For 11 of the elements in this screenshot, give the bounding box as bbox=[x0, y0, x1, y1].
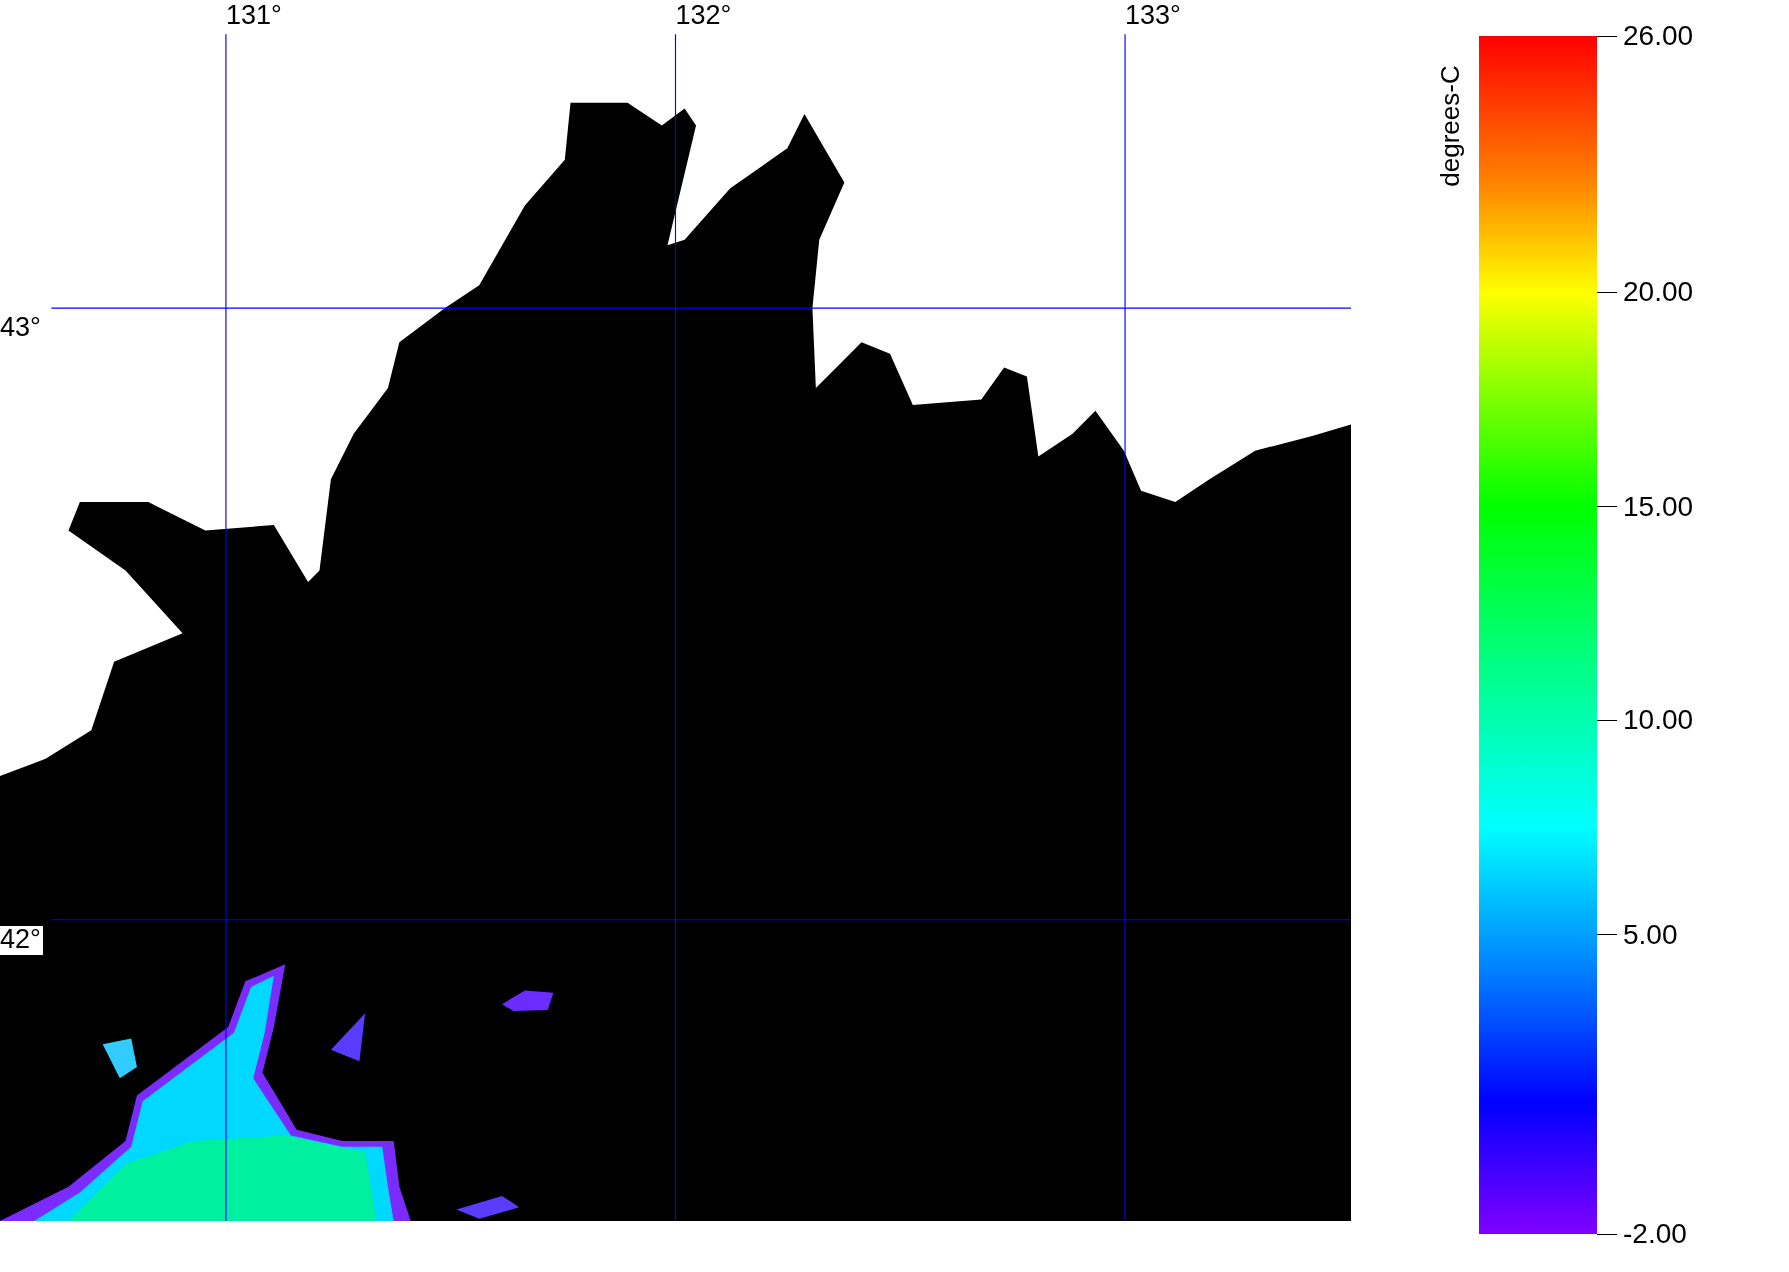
longitude-label: 133° bbox=[1125, 2, 1181, 29]
scale-label: 26.00 bbox=[1623, 20, 1694, 52]
latitude-label: 42° bbox=[0, 925, 43, 955]
longitude-label: 131° bbox=[225, 2, 282, 29]
scale-label: 5.00 bbox=[1623, 918, 1678, 951]
longitude-label: 132° bbox=[675, 2, 732, 29]
scale-label: 15.00 bbox=[1623, 490, 1694, 523]
scale-label: -2.00 bbox=[1623, 1218, 1687, 1250]
unit-label: degrees-C bbox=[1435, 65, 1465, 187]
scale-label: 10.00 bbox=[1623, 704, 1694, 737]
scale-label: 20.00 bbox=[1623, 276, 1694, 309]
